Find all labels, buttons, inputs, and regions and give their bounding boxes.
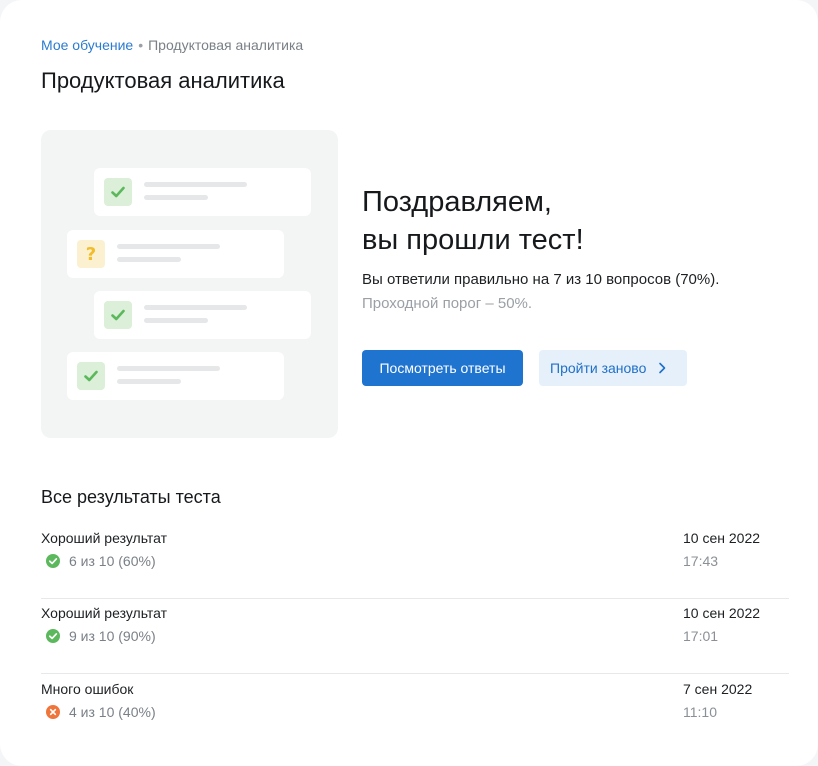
result-time: 11:10 (683, 704, 717, 720)
pass-threshold: Проходной порог – 50%. (362, 295, 533, 312)
results-section-title: Все результаты теста (41, 487, 221, 507)
result-row[interactable]: Хороший результат 6 из 10 (60%) 10 сен 2… (41, 524, 789, 599)
retake-test-label: Пройти заново (550, 360, 647, 376)
illustration-card: ? (67, 230, 284, 278)
retake-test-button[interactable]: Пройти заново (539, 350, 687, 386)
result-time: 17:43 (683, 553, 719, 569)
breadcrumb: Мое обучение • Продуктовая аналитика (41, 37, 303, 53)
result-date: 10 сен 2022 (683, 530, 761, 546)
page-title: Продуктовая аналитика (41, 68, 285, 93)
success-check-icon (46, 629, 60, 643)
row-divider (41, 673, 789, 674)
result-row[interactable]: Хороший результат 9 из 10 (90%) 10 сен 2… (41, 599, 789, 674)
illustration-card (67, 352, 284, 400)
chevron-right-icon (658, 362, 666, 374)
breadcrumb-link-my-learning[interactable]: Мое обучение (41, 37, 133, 53)
check-icon (104, 178, 132, 206)
result-score: 9 из 10 (90%) (69, 628, 156, 644)
result-summary: Вы ответили правильно на 7 из 10 вопросо… (362, 271, 720, 288)
error-cross-icon (46, 705, 60, 719)
result-score: 6 из 10 (60%) (69, 553, 156, 569)
check-icon (104, 301, 132, 329)
result-title: Хороший результат (41, 530, 168, 546)
text-line-placeholder (117, 257, 181, 262)
text-line-placeholder (144, 318, 208, 323)
breadcrumb-separator: • (138, 37, 144, 53)
result-title: Хороший результат (41, 605, 168, 621)
text-line-placeholder (117, 366, 220, 371)
result-score: 4 из 10 (40%) (69, 704, 156, 720)
quiz-illustration: ? (41, 130, 338, 438)
illustration-card (94, 168, 311, 216)
congrats-line-1: Поздравляем, (362, 186, 552, 218)
text-line-placeholder (144, 305, 247, 310)
text-line-placeholder (144, 182, 247, 187)
question-icon: ? (77, 240, 105, 268)
main-card: Мое обучение • Продуктовая аналитика Проду… (0, 0, 818, 766)
illustration-card (94, 291, 311, 339)
result-time: 17:01 (683, 628, 719, 644)
result-title: Много ошибок (41, 681, 134, 697)
text-line-placeholder (144, 195, 208, 200)
view-answers-button[interactable]: Посмотреть ответы (362, 350, 523, 386)
check-icon (77, 362, 105, 390)
congrats-heading: Поздравляем, вы прошли тест! (362, 183, 584, 259)
breadcrumb-current: Продуктовая аналитика (148, 37, 304, 53)
congrats-line-2: вы прошли тест! (362, 224, 584, 256)
result-date: 7 сен 2022 (683, 681, 753, 697)
text-line-placeholder (117, 379, 181, 384)
result-date: 10 сен 2022 (683, 605, 761, 621)
text-line-placeholder (117, 244, 220, 249)
success-check-icon (46, 554, 60, 568)
result-row[interactable]: Много ошибок 4 из 10 (40%) 7 сен 2022 11… (41, 675, 789, 750)
